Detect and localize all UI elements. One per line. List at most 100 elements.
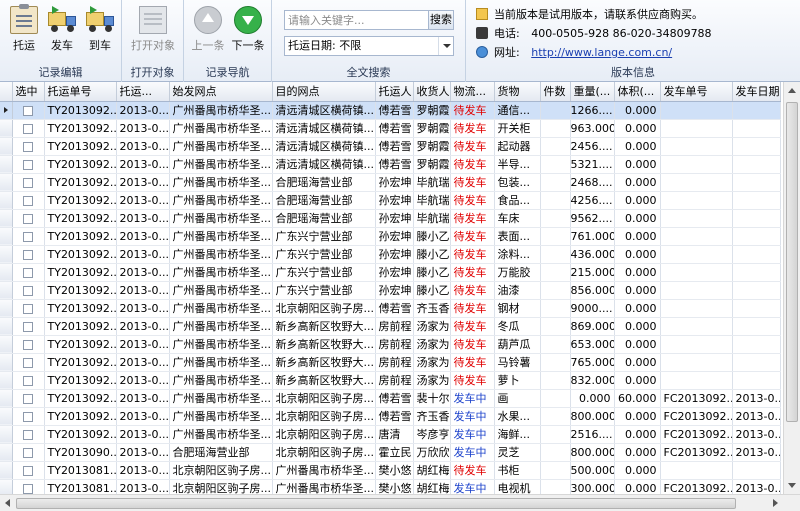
table-row[interactable]: TY2013092... 2013-0... 广州番禺市桥华圣... 新乡高新区牧野大… xyxy=(0,371,781,390)
column-header[interactable]: 物流... xyxy=(450,82,495,102)
row-checkbox[interactable] xyxy=(23,465,33,476)
column-header[interactable]: 托运人 xyxy=(375,82,414,102)
row-checkbox[interactable] xyxy=(23,177,33,188)
row-checkbox[interactable] xyxy=(23,123,33,134)
row-checkbox[interactable] xyxy=(23,321,33,332)
scroll-down-icon[interactable] xyxy=(788,483,796,488)
row-indicator[interactable] xyxy=(0,191,13,210)
row-checkbox[interactable] xyxy=(23,213,33,224)
table-row[interactable]: TY2013092... 2013-0... 广州番禺市桥华圣... 北京朝阳区驹子房… xyxy=(0,389,781,408)
row-checkbox[interactable] xyxy=(23,267,33,278)
table-row[interactable]: TY2013092... 2013-0... 广州番禺市桥华圣... 北京朝阳区驹子房… xyxy=(0,425,781,444)
chevron-down-icon[interactable] xyxy=(438,37,453,55)
row-checkbox[interactable] xyxy=(23,429,33,440)
table-row[interactable]: TY2013081... 2013-0... 北京朝阳区驹子房... 广州番禺市桥华圣… xyxy=(0,461,781,480)
row-checkbox[interactable] xyxy=(23,195,33,206)
open-object-button[interactable]: 打开对象 xyxy=(130,4,176,56)
table-row[interactable]: TY2013092... 2013-0... 广州番禺市桥华圣... 广东兴宁营业部孙… xyxy=(0,281,781,300)
row-indicator[interactable] xyxy=(0,425,13,444)
column-header[interactable]: 目的网点 xyxy=(272,82,376,102)
table-row[interactable]: TY2013092... 2013-0... 广州番禺市桥华圣... 新乡高新区牧野大… xyxy=(0,317,781,336)
row-indicator[interactable] xyxy=(0,173,13,192)
row-checkbox[interactable] xyxy=(23,339,33,350)
prev-record-button[interactable]: 上一条 xyxy=(188,4,228,56)
row-indicator[interactable] xyxy=(0,101,13,120)
column-header[interactable]: 发车单号 xyxy=(660,82,733,102)
table-row[interactable]: TY2013092... 2013-0... 广州番禺市桥华圣... 广东兴宁营业部孙… xyxy=(0,227,781,246)
row-indicator[interactable] xyxy=(0,443,13,462)
row-indicator[interactable] xyxy=(0,317,13,336)
column-header[interactable]: 始发网点 xyxy=(169,82,273,102)
row-checkbox[interactable] xyxy=(23,483,33,494)
row-indicator[interactable] xyxy=(0,227,13,246)
row-indicator[interactable] xyxy=(0,263,13,282)
search-input[interactable] xyxy=(285,11,407,29)
next-record-button[interactable]: 下一条 xyxy=(228,4,268,56)
row-indicator[interactable] xyxy=(0,137,13,156)
column-header[interactable]: 件数 xyxy=(540,82,571,102)
row-checkbox[interactable] xyxy=(23,411,33,422)
row-checkbox[interactable] xyxy=(23,105,33,116)
vertical-scrollbar[interactable] xyxy=(783,82,800,494)
row-indicator[interactable] xyxy=(0,281,13,300)
table-row[interactable]: TY2013092... 2013-0... 广州番禺市桥华圣... 新乡高新区牧野大… xyxy=(0,335,781,354)
column-header[interactable]: 货物 xyxy=(494,82,541,102)
table-row[interactable]: TY2013092... 2013-0... 广州番禺市桥华圣... 北京朝阳区驹子房… xyxy=(0,407,781,426)
row-checkbox[interactable] xyxy=(23,159,33,170)
scroll-up-icon[interactable] xyxy=(788,88,796,93)
table-row[interactable]: TY2013092... 2013-0... 广州番禺市桥华圣... 清远清城区横荷镇… xyxy=(0,119,781,138)
date-filter-select[interactable]: 托运日期: 不限 xyxy=(284,36,454,56)
row-indicator[interactable] xyxy=(0,407,13,426)
daoche-button[interactable]: 到车 xyxy=(80,4,120,56)
row-indicator[interactable] xyxy=(0,155,13,174)
column-header[interactable]: 收货人 xyxy=(413,82,451,102)
column-header[interactable]: 发车日期 xyxy=(732,82,781,102)
row-checkbox[interactable] xyxy=(23,285,33,296)
row-checkbox[interactable] xyxy=(23,447,33,458)
scroll-right-icon[interactable] xyxy=(773,499,778,507)
search-button[interactable]: 搜索 xyxy=(428,11,453,29)
row-indicator[interactable] xyxy=(0,461,13,480)
table-row[interactable]: TY2013092... 2013-0... 广州番禺市桥华圣... 清远清城区横荷镇… xyxy=(0,137,781,156)
vertical-scroll-thumb[interactable] xyxy=(786,102,798,422)
row-indicator[interactable] xyxy=(0,119,13,138)
table-cell: 表面... xyxy=(494,227,541,246)
table-row[interactable]: TY2013092... 2013-0... 广州番禺市桥华圣... 合肥瑶海营业部孙… xyxy=(0,191,781,210)
row-checkbox[interactable] xyxy=(23,249,33,260)
row-indicator[interactable] xyxy=(0,479,13,494)
table-row[interactable]: TY2013092... 2013-0... 广州番禺市桥华圣... 清远清城区横荷镇… xyxy=(0,155,781,174)
table-row[interactable]: TY2013092... 2013-0... 广州番禺市桥华圣... 清远清城区横荷镇… xyxy=(0,101,781,120)
row-indicator[interactable] xyxy=(0,389,13,408)
column-header[interactable]: 选中 xyxy=(12,82,45,102)
row-checkbox[interactable] xyxy=(23,303,33,314)
row-indicator[interactable] xyxy=(0,245,13,264)
fache-button[interactable]: 发车 xyxy=(42,4,82,56)
table-row[interactable]: TY2013092... 2013-0... 广州番禺市桥华圣... 新乡高新区牧野大… xyxy=(0,353,781,372)
table-row[interactable]: TY2013081... 2013-0... 北京朝阳区驹子房... 广州番禺市桥华圣… xyxy=(0,479,781,494)
column-header[interactable]: 重量(... xyxy=(570,82,615,102)
horizontal-scroll-thumb[interactable] xyxy=(16,498,736,509)
row-checkbox[interactable] xyxy=(23,393,33,404)
table-row[interactable]: TY2013092... 2013-0... 广州番禺市桥华圣... 广东兴宁营业部孙… xyxy=(0,263,781,282)
row-indicator[interactable] xyxy=(0,299,13,318)
table-row[interactable]: TY2013090... 2013-0... 合肥瑶海营业部 北京朝阳区驹子房... 霍… xyxy=(0,443,781,462)
column-header[interactable]: 托运单号 xyxy=(44,82,117,102)
website-link[interactable]: http://www.lange.com.cn/ xyxy=(531,46,672,59)
row-indicator[interactable] xyxy=(0,335,13,354)
column-header[interactable]: 托运... xyxy=(116,82,170,102)
row-checkbox[interactable] xyxy=(23,141,33,152)
row-indicator[interactable] xyxy=(0,353,13,372)
row-checkbox[interactable] xyxy=(23,231,33,242)
row-indicator[interactable] xyxy=(0,209,13,228)
column-header[interactable]: 体积(... xyxy=(614,82,661,102)
row-checkbox[interactable] xyxy=(23,357,33,368)
table-row[interactable]: TY2013092... 2013-0... 广州番禺市桥华圣... 合肥瑶海营业部孙… xyxy=(0,209,781,228)
tuoyun-button[interactable]: 托运 xyxy=(4,4,44,56)
row-indicator[interactable] xyxy=(0,371,13,390)
row-checkbox[interactable] xyxy=(23,375,33,386)
table-row[interactable]: TY2013092... 2013-0... 广州番禺市桥华圣... 北京朝阳区驹子房… xyxy=(0,299,781,318)
scroll-left-icon[interactable] xyxy=(5,499,10,507)
horizontal-scrollbar[interactable] xyxy=(0,494,800,511)
table-row[interactable]: TY2013092... 2013-0... 广州番禺市桥华圣... 广东兴宁营业部孙… xyxy=(0,245,781,264)
table-row[interactable]: TY2013092... 2013-0... 广州番禺市桥华圣... 合肥瑶海营业部孙… xyxy=(0,173,781,192)
